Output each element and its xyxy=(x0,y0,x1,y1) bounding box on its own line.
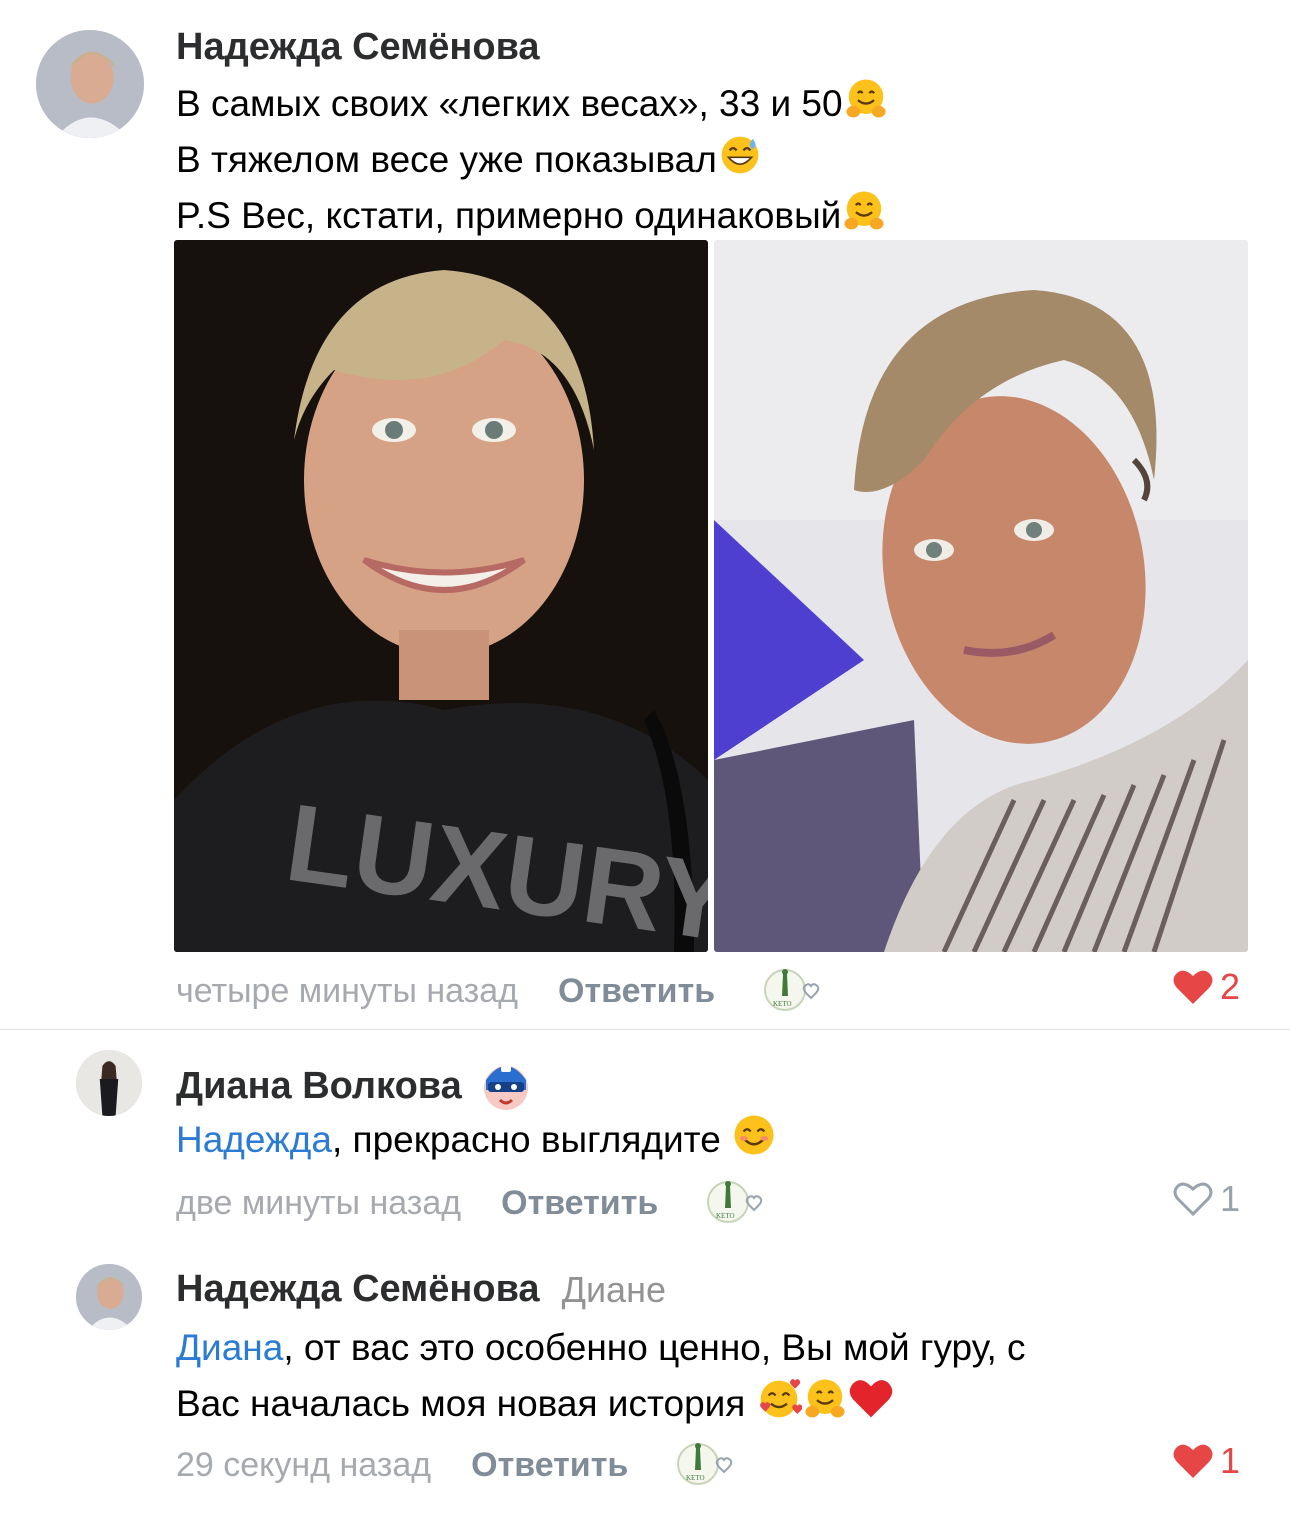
mention-link[interactable]: Диана xyxy=(176,1327,283,1368)
avatar[interactable] xyxy=(36,30,144,138)
comment-meta: четыре минуты назад Ответить KETO xyxy=(176,966,823,1016)
comment-time: 29 секунд назад xyxy=(176,1445,432,1484)
avatar-photo xyxy=(76,1264,142,1330)
heart-outline-icon xyxy=(1173,1182,1213,1217)
heart-filled-icon xyxy=(1173,970,1213,1004)
heart-filled-icon xyxy=(1173,1444,1213,1478)
red-heart-emoji-icon xyxy=(848,1376,894,1422)
comment-author[interactable]: Диана Волкова xyxy=(176,1056,532,1116)
reply-to-label[interactable]: Диане xyxy=(562,1269,666,1311)
avatar[interactable] xyxy=(76,1264,142,1330)
reply-button[interactable]: Ответить xyxy=(471,1446,628,1485)
comment-meta: две минуты назад Ответить KETO xyxy=(176,1178,766,1228)
reply-button[interactable]: Ответить xyxy=(501,1184,658,1223)
comment-author[interactable]: Надежда Семёнова Диане xyxy=(176,1268,666,1311)
hugging-face-emoji-icon xyxy=(802,1376,848,1422)
avatar[interactable] xyxy=(76,1050,142,1116)
like-button[interactable]: 1 xyxy=(1172,1440,1240,1482)
like-count: 1 xyxy=(1219,1440,1240,1481)
attached-photos: LUXURY xyxy=(174,240,1248,952)
avatar-photo xyxy=(76,1050,142,1116)
keto-logo-icon[interactable]: KETO xyxy=(674,1440,736,1490)
smiling-face-with-hearts-emoji-icon xyxy=(756,1376,802,1422)
mention-link[interactable]: Надежда xyxy=(176,1119,332,1160)
comment-text: В самых своих «легких весах», 33 и 50 В … xyxy=(176,76,889,244)
like-count: 2 xyxy=(1219,966,1240,1007)
reply-button[interactable]: Ответить xyxy=(558,972,715,1011)
masked-avatar-badge-icon xyxy=(480,1056,532,1116)
hugging-face-emoji-icon xyxy=(841,188,887,234)
svg-text:KETO: KETO xyxy=(686,1474,705,1482)
comment-meta: 29 секунд назад Ответить KETO xyxy=(176,1440,736,1490)
comment-author[interactable]: Надежда Семёнова xyxy=(176,26,540,69)
like-button[interactable]: 1 xyxy=(1172,1178,1240,1220)
comment-text: Надежда, прекрасно выглядите xyxy=(176,1112,777,1168)
comment-time: четыре минуты назад xyxy=(176,971,519,1010)
svg-text:KETO: KETO xyxy=(716,1212,735,1220)
like-count: 1 xyxy=(1219,1178,1240,1219)
comment-text: Диана, от вас это особенно ценно, Вы мой… xyxy=(176,1327,1026,1424)
photo-before[interactable]: LUXURY xyxy=(174,240,708,952)
keto-logo-icon[interactable]: KETO xyxy=(704,1178,766,1228)
grinning-sweat-emoji-icon xyxy=(717,132,763,178)
hugging-face-emoji-icon xyxy=(843,76,889,122)
avatar-photo xyxy=(36,30,144,138)
svg-text:KETO: KETO xyxy=(773,1000,792,1008)
divider xyxy=(0,1029,1290,1030)
comment-time: две минуты назад xyxy=(176,1183,462,1222)
like-button[interactable]: 2 xyxy=(1172,966,1240,1008)
photo-after[interactable] xyxy=(714,240,1248,952)
smiling-face-emoji-icon xyxy=(731,1112,777,1158)
keto-logo-icon[interactable]: KETO xyxy=(761,966,823,1016)
